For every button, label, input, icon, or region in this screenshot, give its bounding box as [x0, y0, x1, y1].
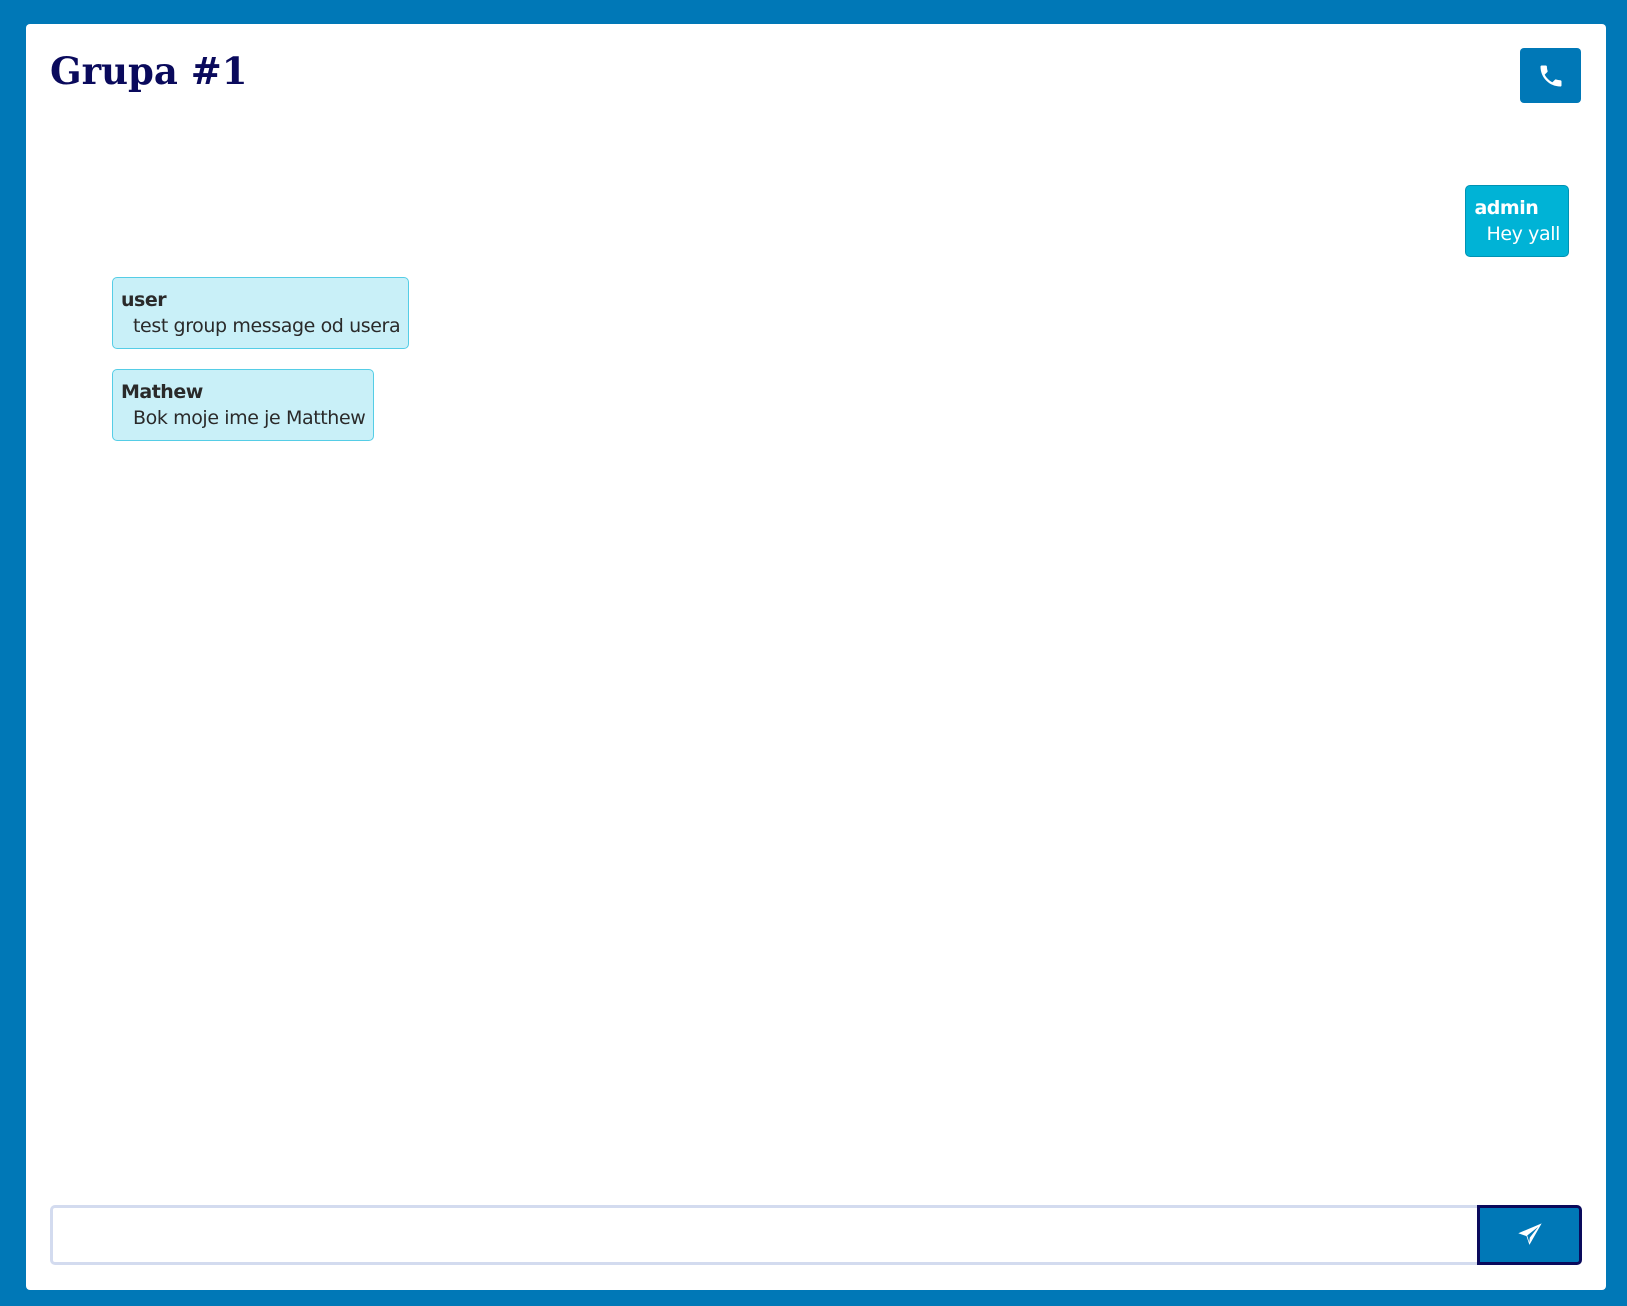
- message-list: admin Hey yall user test group message o…: [26, 24, 1606, 1290]
- phone-icon: [1537, 62, 1565, 90]
- call-button[interactable]: [1520, 48, 1581, 103]
- message-bubble: Mathew Bok moje ime je Matthew: [112, 369, 375, 441]
- message-bubble: user test group message od usera: [112, 277, 410, 349]
- send-button[interactable]: [1477, 1205, 1582, 1265]
- message-input[interactable]: [50, 1205, 1477, 1265]
- message-text: test group message od usera: [133, 315, 401, 337]
- message-sender: Mathew: [121, 381, 203, 403]
- message-sender: user: [121, 289, 167, 311]
- message-text: Hey yall: [1486, 223, 1560, 245]
- message-sender: admin: [1474, 197, 1539, 219]
- message-text: Bok moje ime je Matthew: [133, 407, 366, 429]
- chat-title: Grupa #1: [50, 49, 248, 93]
- chat-panel: Grupa #1 admin Hey yall user test group …: [26, 24, 1606, 1290]
- paper-plane-icon: [1516, 1221, 1544, 1249]
- message-bubble-own: admin Hey yall: [1465, 185, 1569, 257]
- message-composer: [50, 1205, 1582, 1265]
